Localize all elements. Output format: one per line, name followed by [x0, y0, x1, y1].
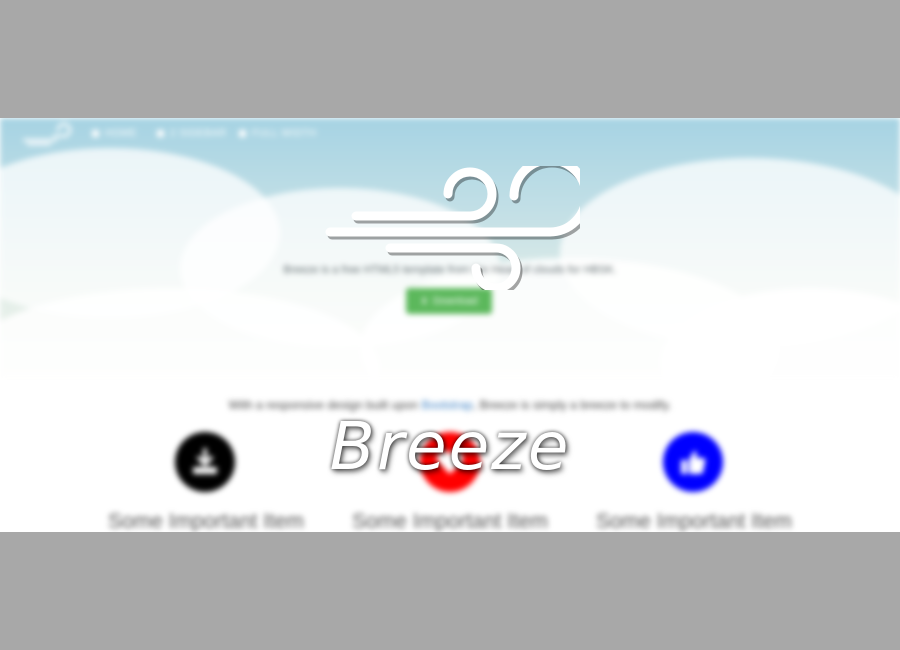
brand-title: Breeze	[329, 408, 571, 485]
nav-item-home[interactable]: HOME	[92, 128, 137, 139]
nav-item-label: FULL WIDTH	[252, 128, 317, 139]
fullwidth-icon	[239, 130, 246, 137]
wind-icon	[325, 166, 580, 290]
nav-item-sidebar[interactable]: 2 SIDEBAR	[157, 128, 227, 139]
download-icon: ⬇	[420, 295, 429, 306]
top-nav: HOME 2 SIDEBAR FULL WIDTH	[0, 118, 900, 152]
nav-item-label: HOME	[105, 128, 137, 139]
nav-item-full-width[interactable]: FULL WIDTH	[239, 128, 317, 139]
download-button[interactable]: ⬇ Download	[406, 288, 492, 314]
feature-title: Some Important Item	[107, 510, 305, 532]
home-icon	[92, 130, 99, 137]
screenshot-frame: HOME 2 SIDEBAR FULL WIDTH Breeze is a fr…	[0, 118, 900, 532]
feature-title: Some Important Item	[595, 510, 793, 532]
feature-title: Some Important Item	[351, 510, 549, 532]
sidebar-icon	[157, 130, 164, 137]
nav-item-label: 2 SIDEBAR	[170, 128, 227, 139]
nav-logo-icon[interactable]	[20, 122, 74, 148]
download-button-label: Download	[433, 295, 478, 307]
